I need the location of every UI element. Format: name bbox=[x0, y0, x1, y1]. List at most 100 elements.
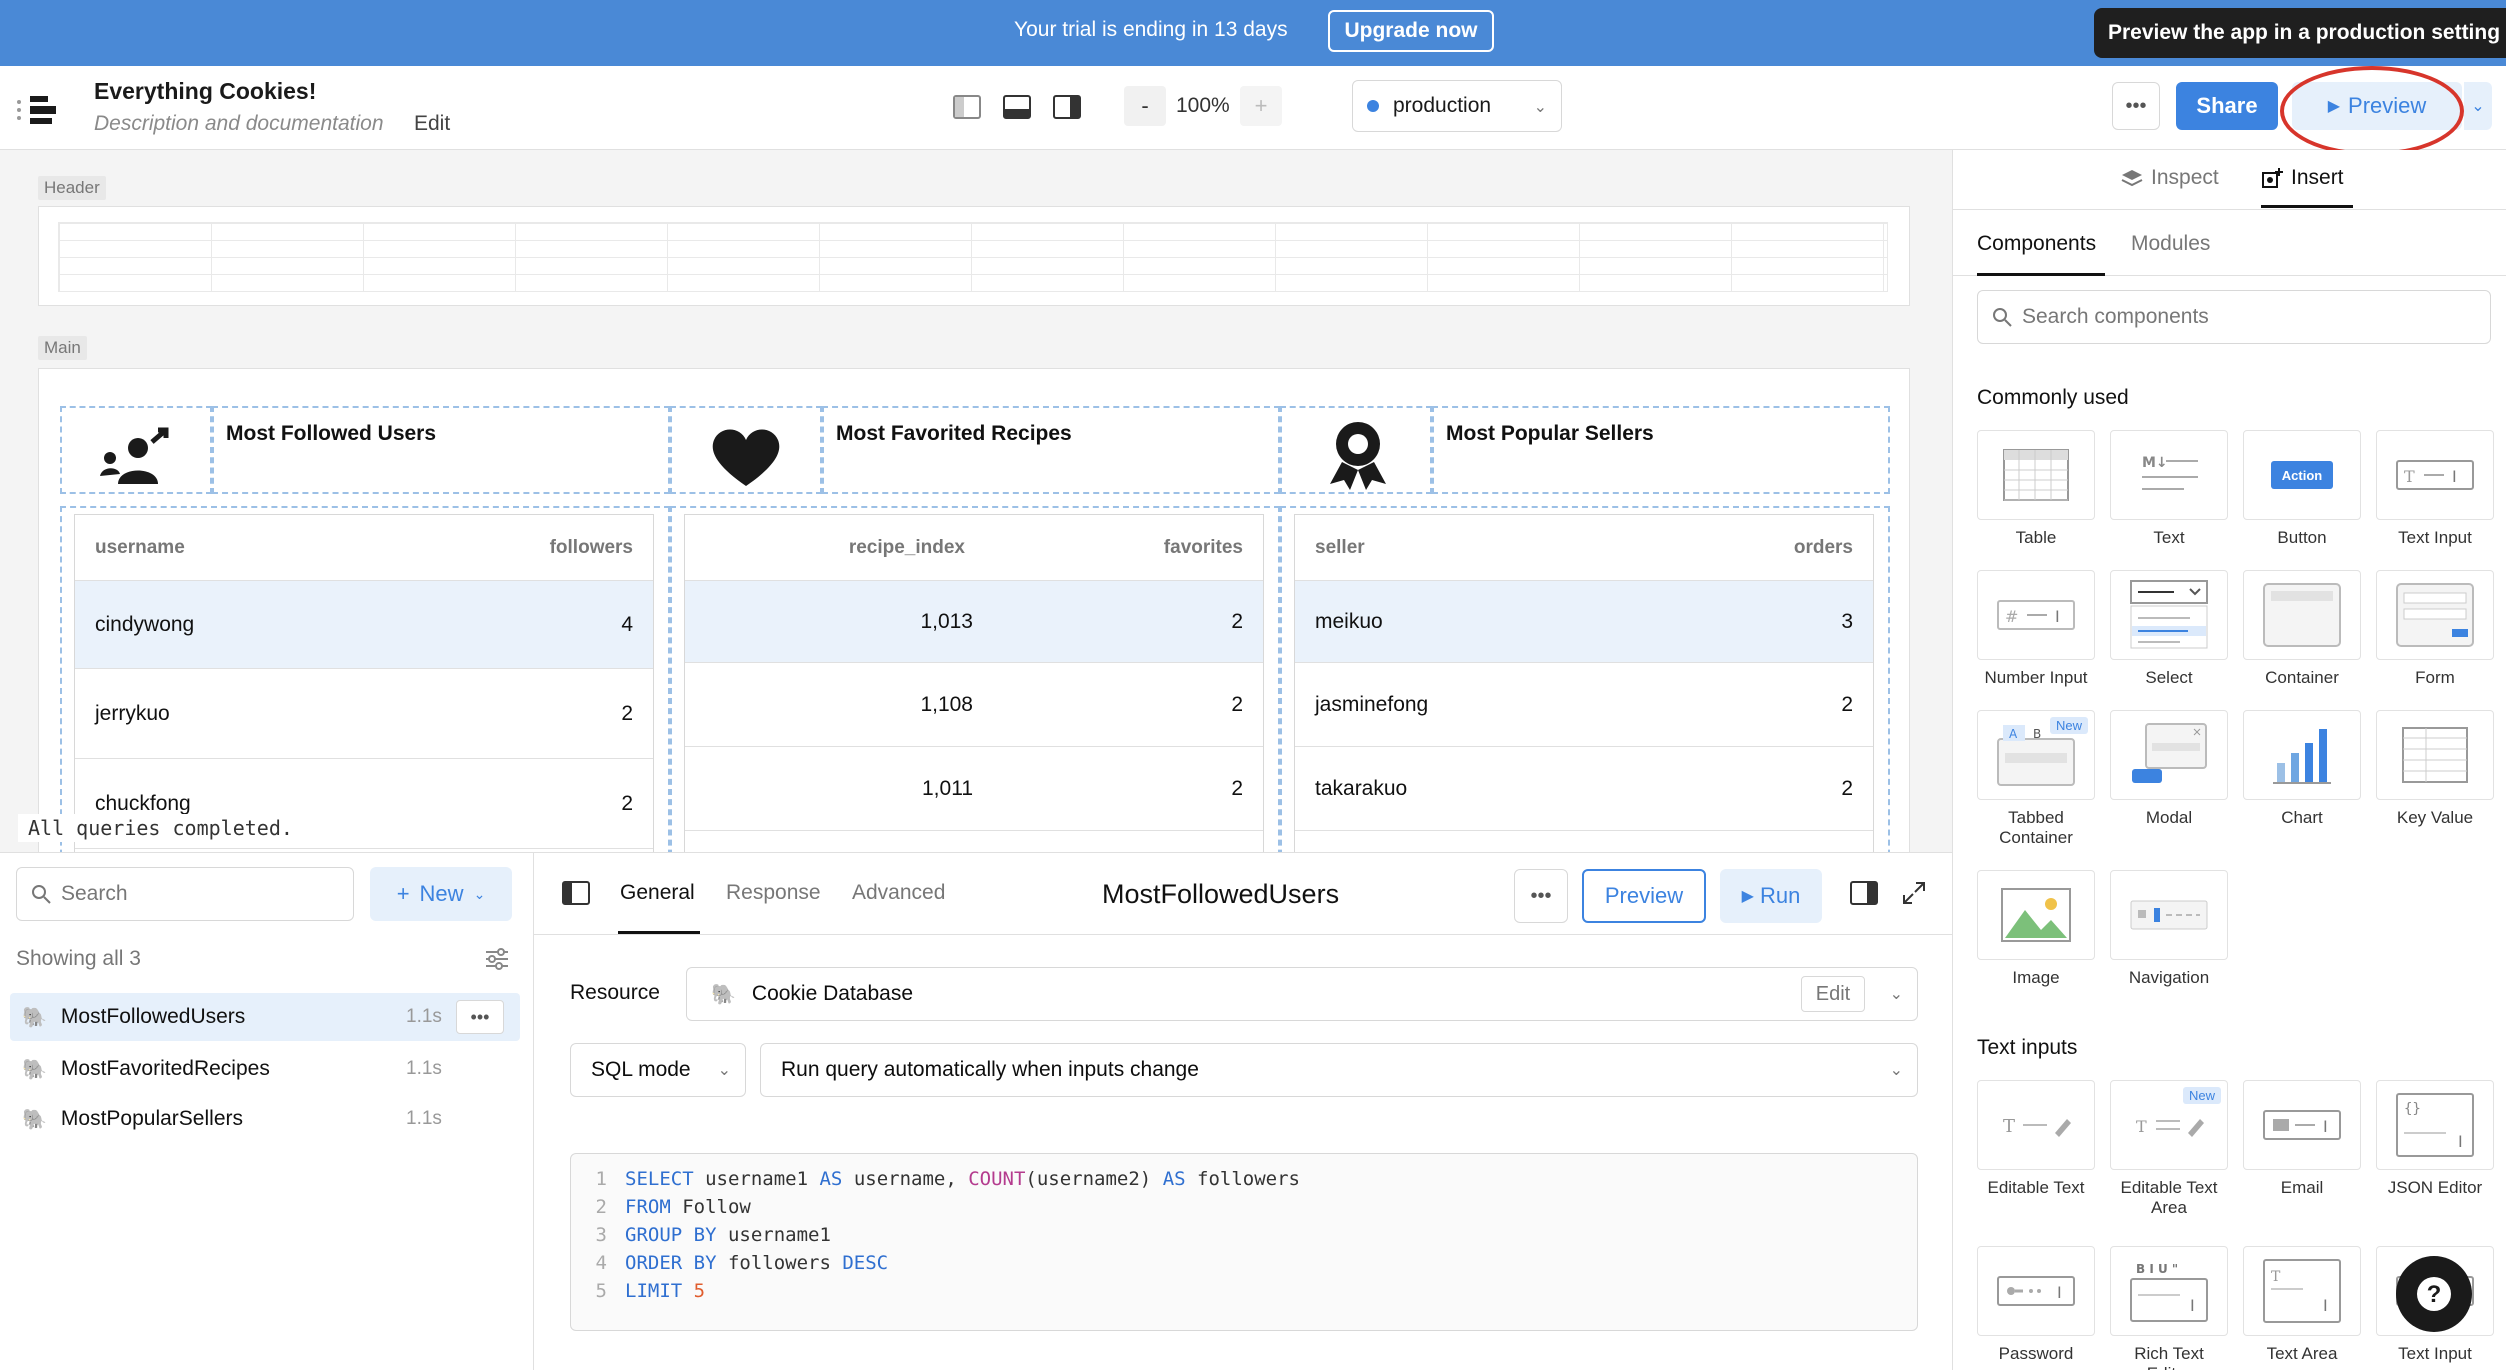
filter-icon[interactable] bbox=[484, 947, 510, 976]
stat-title-cell-3[interactable]: Most Popular Sellers bbox=[1432, 406, 1890, 494]
share-button[interactable]: Share bbox=[2176, 82, 2278, 130]
component-navigation[interactable]: Navigation bbox=[2110, 870, 2228, 987]
resource-select[interactable]: 🐘 Cookie Database Edit ⌄ bbox=[686, 967, 1918, 1021]
query-title[interactable]: MostFollowedUsers bbox=[1102, 879, 1339, 910]
query-list-panel: Search + New ⌄ Showing all 3 🐘 MostFollo… bbox=[0, 852, 534, 1370]
app-menu-icon[interactable] bbox=[16, 92, 66, 132]
insert-tab[interactable]: Insert bbox=[2261, 166, 2344, 190]
key-value-icon bbox=[2376, 710, 2494, 800]
app-title[interactable]: Everything Cookies! bbox=[94, 78, 316, 105]
favorites-table[interactable]: recipe_index favorites 1,013 2 1,108 2 1… bbox=[684, 514, 1264, 852]
preview-tooltip: Preview the app in a production setting bbox=[2094, 8, 2506, 58]
stat-icon-cell-3[interactable] bbox=[1280, 406, 1432, 494]
table-row[interactable]: takarakuo 2 bbox=[1295, 747, 1873, 831]
tab-general[interactable]: General bbox=[620, 881, 695, 905]
component-form[interactable]: Form bbox=[2376, 570, 2494, 687]
component-text[interactable]: M↓ Text bbox=[2110, 430, 2228, 547]
trigger-value: Run query automatically when inputs chan… bbox=[781, 1058, 1199, 1081]
stat-title-cell-2[interactable]: Most Favorited Recipes bbox=[822, 406, 1280, 494]
stat-icon-cell-1[interactable] bbox=[60, 406, 212, 494]
component-editable-text[interactable]: T Editable Text bbox=[1977, 1080, 2095, 1197]
component-container[interactable]: Container bbox=[2243, 570, 2361, 687]
tab-advanced[interactable]: Advanced bbox=[852, 881, 945, 905]
query-item-most-favorited-recipes[interactable]: 🐘 MostFavoritedRecipes 1.1s bbox=[10, 1045, 520, 1093]
component-password[interactable]: I Password bbox=[1977, 1246, 2095, 1363]
query-item-most-followed-users[interactable]: 🐘 MostFollowedUsers 1.1s ••• bbox=[10, 993, 520, 1041]
component-table[interactable]: Table bbox=[1977, 430, 2095, 547]
zoom-level: 100% bbox=[1176, 94, 1230, 117]
component-search-input[interactable]: Search components bbox=[1977, 290, 2491, 344]
stat-icon-cell-2[interactable] bbox=[670, 406, 822, 494]
query-item-most-popular-sellers[interactable]: 🐘 MostPopularSellers 1.1s bbox=[10, 1095, 520, 1143]
component-key-value[interactable]: Key Value bbox=[2376, 710, 2494, 827]
left-panel-toggle-icon[interactable] bbox=[950, 90, 984, 124]
table-row[interactable]: jasminefong 2 bbox=[1295, 663, 1873, 747]
bottom-panel-toggle-icon[interactable] bbox=[1000, 90, 1034, 124]
query-more-options-button[interactable]: ••• bbox=[1514, 869, 1568, 923]
component-select[interactable]: Select bbox=[2110, 570, 2228, 687]
component-number-input[interactable]: # I Number Input bbox=[1977, 570, 2095, 687]
component-json-editor[interactable]: {} I JSON Editor bbox=[2376, 1080, 2494, 1197]
orders-table[interactable]: seller orders meikuo 3 jasminefong 2 tak… bbox=[1294, 514, 1874, 852]
table-row[interactable]: meikuo 3 bbox=[1295, 581, 1873, 663]
edit-description-link[interactable]: Edit bbox=[414, 112, 450, 136]
stat-title-cell-1[interactable]: Most Followed Users bbox=[212, 406, 670, 494]
query-list-toggle-icon[interactable] bbox=[562, 881, 590, 910]
component-label: Text Area bbox=[2266, 1344, 2338, 1363]
editable-text-area-icon: T New bbox=[2110, 1080, 2228, 1170]
environment-select[interactable]: production ⌄ bbox=[1352, 80, 1562, 132]
side-panel-toggle-icon[interactable] bbox=[1850, 881, 1878, 910]
text-input-icon: TI bbox=[2376, 430, 2494, 520]
table-cell: 2 bbox=[1231, 609, 1243, 633]
component-tabbed-container[interactable]: A B New Tabbed Container bbox=[1977, 710, 2095, 847]
component-chart[interactable]: Chart bbox=[2243, 710, 2361, 827]
column-header[interactable]: favorites bbox=[965, 537, 1243, 559]
zoom-in-button[interactable]: + bbox=[1240, 86, 1282, 126]
more-options-button[interactable]: ••• bbox=[2112, 82, 2160, 130]
table-row[interactable]: cindywong 4 bbox=[75, 581, 653, 669]
inspect-tab[interactable]: Inspect bbox=[2121, 166, 2219, 190]
help-button[interactable]: ? bbox=[2396, 1256, 2472, 1332]
sql-code-editor[interactable]: 1 SELECT username1 AS username, COUNT(use… bbox=[570, 1153, 1918, 1331]
form-icon bbox=[2376, 570, 2494, 660]
column-header[interactable]: recipe_index bbox=[705, 537, 965, 559]
column-header[interactable]: followers bbox=[550, 537, 633, 559]
trigger-select[interactable]: Run query automatically when inputs chan… bbox=[760, 1043, 1918, 1097]
expand-icon[interactable] bbox=[1902, 881, 1926, 910]
column-header[interactable]: username bbox=[95, 537, 550, 559]
query-name: MostFollowedUsers bbox=[60, 1005, 246, 1028]
component-button[interactable]: Action Button bbox=[2243, 430, 2361, 547]
stat-title: Most Popular Sellers bbox=[1446, 422, 1654, 445]
preview-options-chevron-icon[interactable]: ⌄ bbox=[2464, 82, 2492, 130]
right-panel-toggle-icon[interactable] bbox=[1050, 90, 1084, 124]
query-search-input[interactable]: Search bbox=[16, 867, 354, 921]
component-email[interactable]: I Email bbox=[2243, 1080, 2361, 1197]
component-rich-text-editor[interactable]: B I U " I Rich Text Editor bbox=[2110, 1246, 2228, 1370]
edit-resource-button[interactable]: Edit bbox=[1801, 976, 1865, 1012]
zoom-out-button[interactable]: - bbox=[1124, 86, 1166, 126]
table-row[interactable]: 1,011 2 bbox=[685, 747, 1263, 831]
column-header[interactable]: seller bbox=[1315, 537, 1794, 559]
component-text-area[interactable]: T I Text Area bbox=[2243, 1246, 2361, 1363]
column-header[interactable]: orders bbox=[1794, 537, 1853, 559]
query-more-button[interactable]: ••• bbox=[456, 1000, 504, 1034]
sql-mode-select[interactable]: SQL mode ⌄ bbox=[570, 1043, 746, 1097]
table-cell: cindywong bbox=[95, 612, 195, 636]
table-row[interactable]: 1,013 2 bbox=[685, 581, 1263, 663]
upgrade-button[interactable]: Upgrade now bbox=[1328, 10, 1494, 52]
environment-dot-icon bbox=[1367, 100, 1379, 112]
run-query-button[interactable]: ▶ Run bbox=[1720, 869, 1822, 923]
query-preview-button[interactable]: Preview bbox=[1582, 869, 1706, 923]
tab-response[interactable]: Response bbox=[726, 881, 821, 905]
component-editable-text-area[interactable]: T New Editable Text Area bbox=[2110, 1080, 2228, 1217]
component-label: Number Input bbox=[1984, 668, 2088, 687]
component-text-input[interactable]: TIText Input bbox=[2376, 430, 2494, 547]
followers-table[interactable]: username followers cindywong 4 jerrykuo … bbox=[74, 514, 654, 852]
component-image[interactable]: Image bbox=[1977, 870, 2095, 987]
tab-components[interactable]: Components bbox=[1977, 232, 2096, 256]
tab-modules[interactable]: Modules bbox=[2131, 232, 2210, 256]
table-row[interactable]: jerrykuo 2 bbox=[75, 669, 653, 759]
table-row[interactable]: 1,108 2 bbox=[685, 663, 1263, 747]
component-modal[interactable]: Modal bbox=[2110, 710, 2228, 827]
new-query-button[interactable]: + New ⌄ bbox=[370, 867, 512, 921]
